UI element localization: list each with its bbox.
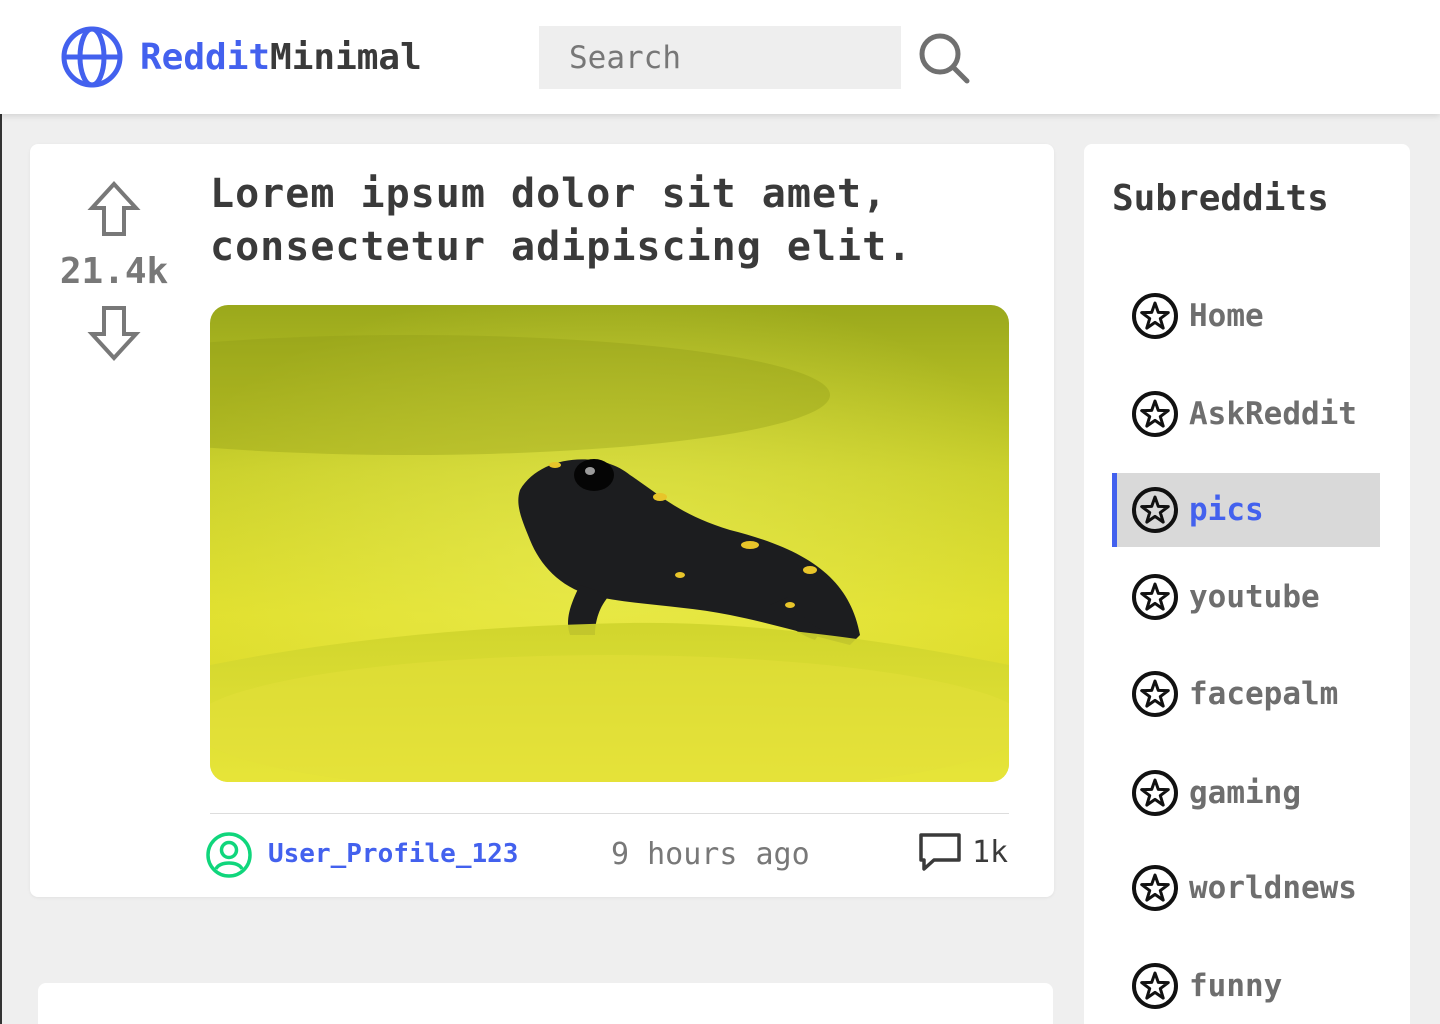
sidebar-title: Subreddits [1112, 178, 1329, 219]
sidebar-item-label: AskReddit [1189, 396, 1357, 432]
globe-icon [61, 26, 123, 88]
sidebar-item-home[interactable]: Home [1112, 279, 1380, 353]
vote-column: 21.4k [50, 180, 178, 364]
top-header: RedditMinimal [0, 0, 1440, 114]
next-post-card [38, 983, 1053, 1024]
search-input[interactable] [539, 26, 901, 89]
post-author-link[interactable]: User_Profile_123 [268, 839, 518, 869]
search-button[interactable] [916, 30, 972, 86]
sidebar-item-label: gaming [1189, 775, 1301, 811]
comments-button[interactable]: 1k [918, 832, 1008, 872]
post-title[interactable]: Lorem ipsum dolor sit amet, consectetur … [210, 168, 1010, 274]
star-icon [1132, 671, 1178, 717]
sidebar-item-label: funny [1189, 968, 1283, 1004]
salamander-photo [210, 305, 1009, 782]
sidebar-item-pics[interactable]: pics [1112, 473, 1380, 547]
logo[interactable]: RedditMinimal [60, 25, 422, 89]
search-box [539, 26, 901, 89]
search-icon [919, 33, 970, 84]
post-card: 21.4k Lorem ipsum dolor sit amet, consec… [30, 144, 1054, 897]
comment-bubble-icon [919, 833, 961, 871]
post-divider [210, 813, 1009, 814]
sidebar-item-label: youtube [1189, 579, 1320, 615]
logo-text: RedditMinimal [140, 37, 422, 78]
star-icon [1132, 770, 1178, 816]
sidebar-item-youtube[interactable]: youtube [1112, 560, 1380, 634]
sidebar-item-label: facepalm [1189, 676, 1339, 712]
sidebar-item-label: pics [1189, 492, 1264, 528]
sidebar-item-facepalm[interactable]: facepalm [1112, 657, 1380, 731]
logo-text-part1: Reddit [140, 36, 271, 78]
sidebar-item-label: Home [1189, 298, 1264, 334]
post-image[interactable] [210, 305, 1009, 782]
sidebar-item-funny[interactable]: funny [1112, 949, 1380, 1023]
vote-score: 21.4k [59, 251, 169, 292]
sidebar-item-askreddit[interactable]: AskReddit [1112, 377, 1380, 451]
sidebar-item-label: worldnews [1189, 870, 1357, 906]
star-icon [1132, 865, 1178, 911]
sidebar-item-worldnews[interactable]: worldnews [1112, 851, 1380, 925]
upvote-arrow-icon[interactable] [86, 180, 142, 240]
user-avatar-icon[interactable] [206, 832, 252, 878]
star-icon [1132, 293, 1178, 339]
sidebar-item-gaming[interactable]: gaming [1112, 756, 1380, 830]
downvote-arrow-icon[interactable] [86, 304, 142, 364]
logo-text-part2: Minimal [270, 36, 422, 78]
star-icon [1132, 487, 1178, 533]
star-icon [1132, 963, 1178, 1009]
subreddits-sidebar: Subreddits Home AskReddit pics youtube f… [1084, 144, 1410, 1024]
star-icon [1132, 574, 1178, 620]
left-edge-divider [0, 114, 2, 1024]
star-icon [1132, 391, 1178, 437]
comment-count: 1k [972, 834, 1009, 870]
post-footer: User_Profile_123 9 hours ago 1k [206, 830, 1012, 880]
post-timestamp: 9 hours ago [611, 837, 810, 872]
